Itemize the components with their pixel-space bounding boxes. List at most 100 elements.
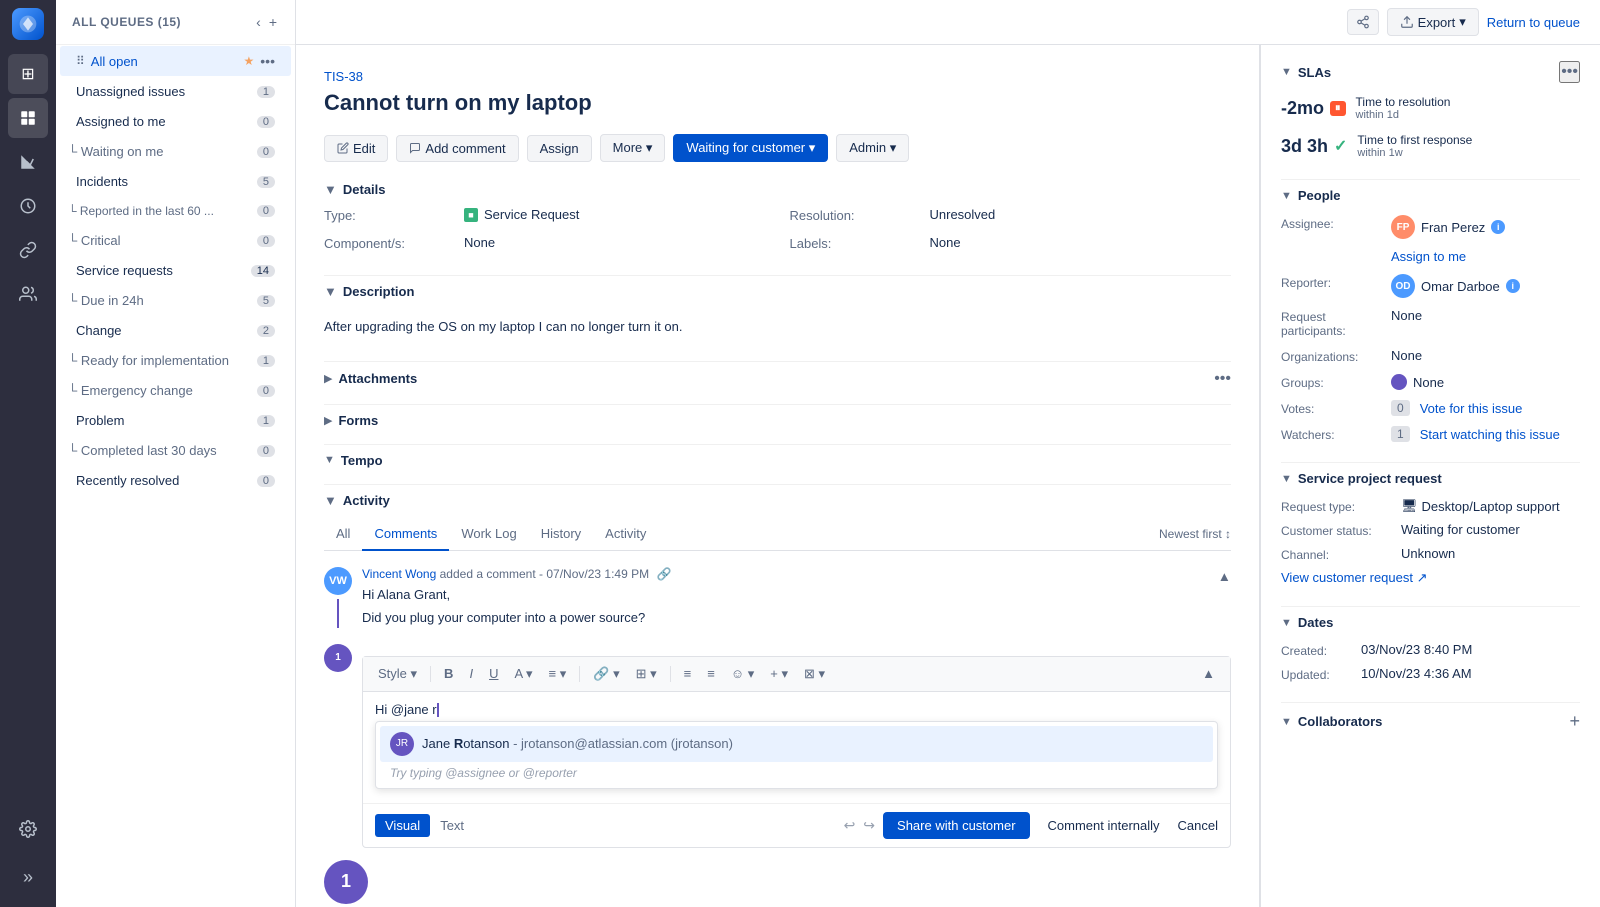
italic-btn[interactable]: I (464, 663, 478, 684)
sidebar-label-all-open: All open (91, 54, 138, 69)
style-dropdown[interactable]: Style ▾ (373, 663, 422, 685)
nav-link[interactable] (8, 230, 48, 270)
sidebar-add-btn[interactable]: + (267, 12, 279, 32)
add-comment-btn[interactable]: Add comment (396, 135, 518, 162)
assign-to-me-link[interactable]: Assign to me (1391, 249, 1466, 264)
vote-link[interactable]: Vote for this issue (1420, 401, 1523, 416)
dates-toggle: ▼ (1281, 617, 1292, 629)
editor-content[interactable]: Hi @jane r JR Jane Rotanson - jrotanson@… (363, 692, 1230, 803)
sla-title[interactable]: ▼ SLAs (1281, 65, 1331, 80)
insert-btn[interactable]: + ▾ (765, 663, 793, 685)
user-bubble[interactable]: 1 (324, 860, 368, 904)
sidebar-item-all-open[interactable]: ⠿ All open ★ ••• (60, 46, 291, 76)
edit-btn[interactable]: Edit (324, 135, 388, 162)
dates-section: ▼ Dates Created: 03/Nov/23 8:40 PM Updat… (1281, 615, 1580, 682)
editor-typed-text: Hi @jane r (375, 702, 1218, 717)
comment-internally-btn[interactable]: Comment internally (1038, 812, 1170, 839)
mention-item[interactable]: JR Jane Rotanson - jrotanson@atlassian.c… (380, 726, 1213, 762)
export-btn[interactable]: Export ▾ (1387, 8, 1479, 36)
sidebar-item-service-requests[interactable]: Service requests 14 (60, 256, 291, 285)
bullet-btn[interactable]: ≡ (679, 663, 697, 684)
view-customer-request-link[interactable]: View customer request ↗ (1281, 570, 1580, 586)
details-section-header[interactable]: ▼ Details (324, 182, 1231, 197)
link-btn[interactable]: 🔗 ▾ (588, 663, 624, 685)
attachments-header[interactable]: ▶ Attachments (324, 371, 417, 386)
bold-btn[interactable]: B (439, 663, 458, 684)
cancel-comment-btn[interactable]: Cancel (1178, 818, 1218, 833)
editor-tab-visual[interactable]: Visual (375, 814, 430, 837)
people-title[interactable]: ▼ People (1281, 188, 1341, 203)
color-btn[interactable]: A ▾ (509, 663, 537, 685)
admin-btn[interactable]: Admin ▾ (836, 134, 909, 162)
return-to-queue-link[interactable]: Return to queue (1487, 15, 1580, 30)
underline-btn[interactable]: U (484, 663, 503, 684)
sidebar-item-incidents[interactable]: Incidents 5 (60, 167, 291, 196)
sidebar-item-assigned-me[interactable]: Assigned to me 0 (60, 107, 291, 136)
tab-activity[interactable]: Activity (593, 518, 658, 551)
activity-sort[interactable]: Newest first ↕ (1159, 527, 1231, 541)
sidebar-item-completed-30[interactable]: └ Completed last 30 days 0 (60, 436, 291, 465)
align-btn[interactable]: ≡ ▾ (544, 663, 572, 685)
description-header[interactable]: ▼ Description (324, 284, 1231, 299)
assignee-info-icon[interactable]: i (1491, 220, 1505, 234)
attachments-more-btn[interactable]: ••• (1214, 370, 1231, 388)
nav-settings[interactable] (8, 809, 48, 849)
numbered-btn[interactable]: ≡ (702, 663, 720, 684)
undo-btn[interactable]: ↩ (844, 817, 856, 834)
sidebar-item-change[interactable]: Change 2 (60, 316, 291, 345)
sla-more-btn[interactable]: ••• (1559, 61, 1580, 83)
issue-breadcrumb[interactable]: TIS-38 (324, 69, 1231, 84)
nav-board[interactable] (8, 98, 48, 138)
more-btn[interactable]: More ▾ (600, 134, 666, 162)
tab-worklog[interactable]: Work Log (449, 518, 528, 551)
reporter-info-icon[interactable]: i (1506, 279, 1520, 293)
nav-expand[interactable]: » (8, 857, 48, 897)
tab-comments[interactable]: Comments (362, 518, 449, 551)
assign-btn[interactable]: Assign (527, 135, 592, 162)
sidebar-collapse-btn[interactable]: ‹ (254, 12, 263, 32)
tab-all[interactable]: All (324, 518, 362, 551)
activity-section-header[interactable]: ▼ Activity (324, 493, 1231, 508)
editor-tab-text[interactable]: Text (430, 814, 474, 837)
sidebar-item-recently-resolved[interactable]: Recently resolved 0 (60, 466, 291, 495)
share-with-customer-btn[interactable]: Share with customer (883, 812, 1030, 839)
comment-link-icon[interactable]: 🔗 (656, 567, 671, 581)
sidebar-more-icon[interactable]: ••• (260, 53, 275, 69)
share-btn[interactable] (1347, 9, 1379, 35)
sidebar-item-unassigned[interactable]: Unassigned issues 1 (60, 77, 291, 106)
sidebar-item-waiting-on-me[interactable]: └ Waiting on me 0 (60, 137, 291, 166)
sidebar-item-critical[interactable]: └ Critical 0 (60, 226, 291, 255)
collaborators-title[interactable]: ▼ Collaborators (1281, 714, 1382, 729)
app-logo[interactable] (12, 8, 44, 40)
sidebar-item-due-24h[interactable]: └ Due in 24h 5 (60, 286, 291, 315)
sidebar-item-reported-60[interactable]: └ Reported in the last 60 ... 0 (60, 197, 291, 225)
comment-collapse-btn[interactable]: ▲ (1218, 569, 1231, 584)
sla-toggle: ▼ (1281, 66, 1292, 78)
sidebar-item-ready-impl[interactable]: └ Ready for implementation 1 (60, 346, 291, 375)
add-collaborator-btn[interactable]: + (1569, 711, 1580, 732)
dates-updated-row: Updated: 10/Nov/23 4:36 AM (1281, 666, 1580, 682)
sidebar-item-emergency-change[interactable]: └ Emergency change 0 (60, 376, 291, 405)
media-btn[interactable]: ⊞ ▾ (631, 663, 662, 685)
collapse-editor-btn[interactable]: ▲ (1197, 663, 1220, 684)
more-format-btn[interactable]: ⊠ ▾ (799, 663, 830, 685)
nav-home[interactable]: ⊞ (8, 54, 48, 94)
watch-link[interactable]: Start watching this issue (1420, 427, 1560, 442)
comment-author[interactable]: Vincent Wong (362, 567, 436, 581)
dates-title[interactable]: ▼ Dates (1281, 615, 1333, 630)
emoji-btn[interactable]: ☺ ▾ (726, 663, 759, 685)
nav-people[interactable] (8, 274, 48, 314)
status-btn[interactable]: Waiting for customer ▾ (673, 134, 828, 162)
tab-history[interactable]: History (529, 518, 593, 551)
service-title[interactable]: ▼ Service project request (1281, 471, 1442, 486)
activity-toggle: ▼ (324, 493, 337, 508)
nav-chart[interactable] (8, 142, 48, 182)
redo-btn[interactable]: ↪ (863, 817, 875, 834)
sidebar-item-problem[interactable]: Problem 1 (60, 406, 291, 435)
tempo-header[interactable]: ▼ Tempo (324, 453, 1231, 468)
nav-clock[interactable] (8, 186, 48, 226)
comment-timestamp: 07/Nov/23 1:49 PM (546, 567, 649, 581)
sidebar-label-change: Change (76, 323, 122, 338)
field-type-label: Type: (324, 207, 464, 223)
forms-header[interactable]: ▶ Forms (324, 413, 1231, 428)
